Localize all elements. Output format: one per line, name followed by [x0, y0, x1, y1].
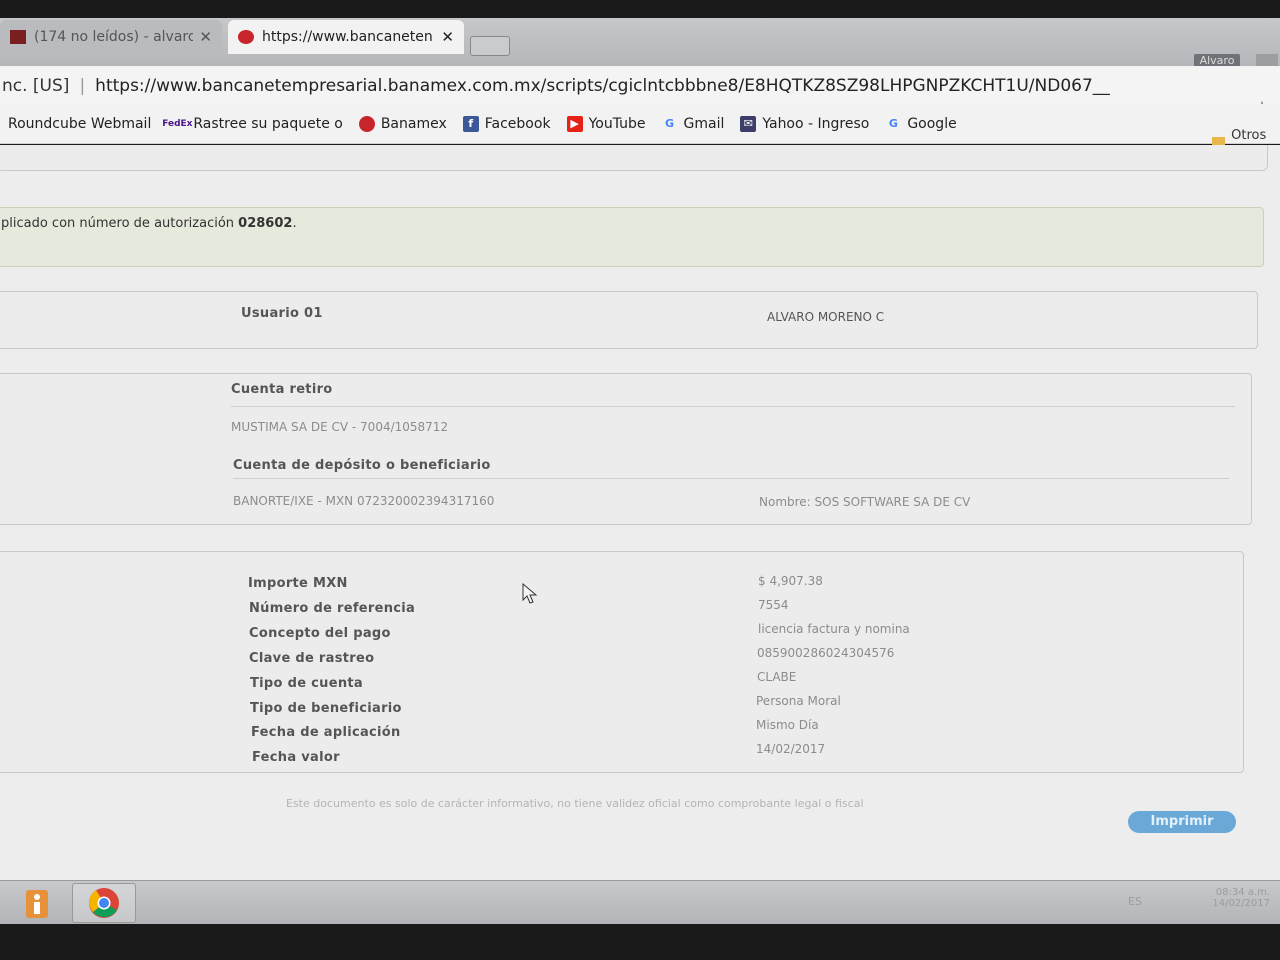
detail-value: 085900286024304576 — [757, 646, 895, 660]
tab-title: https://www.bancaneten — [262, 29, 433, 45]
authorization-number: 028602 — [238, 216, 293, 231]
app-icon — [26, 890, 48, 918]
details-panel: Importe MXN $ 4,907.38 Número de referen… — [0, 551, 1244, 773]
detail-label: Tipo de beneficiario — [250, 701, 402, 716]
bookmark-label: Rastree su paquete o — [193, 115, 343, 132]
fedex-icon: FedEx — [162, 118, 193, 129]
google-icon: G — [664, 117, 675, 130]
detail-value: CLABE — [757, 670, 797, 684]
detail-label: Concepto del pago — [249, 626, 391, 641]
user-name: ALVARO MORENO C — [767, 310, 885, 324]
withdrawal-account-label: Cuenta retiro — [231, 382, 333, 397]
accounts-panel: Cuenta retiro MUSTIMA SA DE CV - 7004/10… — [0, 373, 1252, 525]
bookmark-fedex[interactable]: FedEx Rastree su paquete o — [162, 115, 343, 132]
bookmark-banamex[interactable]: Banamex — [358, 115, 447, 132]
taskbar-app-button[interactable] — [8, 883, 66, 923]
url-text[interactable]: https://www.bancanetempresarial.banamex.… — [95, 76, 1110, 96]
bookmark-yahoo[interactable]: ✉ Yahoo - Ingreso — [740, 115, 870, 132]
address-bar[interactable]: nc. [US] | https://www.bancanetempresari… — [0, 66, 1280, 106]
page-content: plicado con número de autorización 02860… — [0, 145, 1280, 880]
google-icon: G — [888, 117, 898, 130]
top-panel — [0, 145, 1268, 171]
divider — [231, 406, 1235, 407]
confirmation-message: plicado con número de autorización 02860… — [1, 216, 297, 231]
print-button[interactable]: Imprimir — [1128, 811, 1236, 833]
confirmation-suffix: . — [292, 216, 297, 231]
banamex-icon — [238, 30, 254, 44]
security-indicator[interactable]: nc. [US] — [0, 76, 69, 96]
bookmark-youtube[interactable]: ▶ YouTube — [566, 115, 646, 132]
divider — [233, 478, 1229, 479]
facebook-icon: f — [462, 115, 479, 132]
close-icon[interactable]: ✕ — [199, 28, 212, 46]
detail-value: Mismo Día — [756, 718, 819, 732]
detail-value: licencia factura y nomina — [758, 622, 910, 636]
chrome-icon — [88, 888, 119, 918]
bookmark-roundcube[interactable]: Roundcube Webmail — [8, 116, 151, 132]
user-label: Usuario 01 — [241, 306, 323, 321]
user-panel: Usuario 01 ALVARO MORENO C — [0, 291, 1258, 349]
disclaimer-note: Este documento es solo de carácter infor… — [286, 797, 864, 810]
tab-title: (174 no leídos) - alvarom — [34, 29, 194, 45]
bookmark-label: Roundcube Webmail — [8, 115, 152, 132]
bookmark-label: Facebook — [484, 115, 551, 132]
new-tab-button[interactable] — [470, 36, 510, 56]
detail-label: Importe MXN — [248, 576, 348, 591]
deposit-account-label: Cuenta de depósito o beneficiario — [233, 458, 491, 473]
detail-label: Número de referencia — [249, 601, 416, 616]
bookmark-facebook[interactable]: f Facebook — [462, 115, 551, 132]
separator: | — [79, 75, 86, 96]
clock-time: 08:34 a.m. — [1215, 887, 1270, 898]
confirmation-panel: plicado con número de autorización 02860… — [0, 207, 1264, 267]
mail-icon: ✉ — [740, 115, 757, 132]
detail-label: Clave de rastreo — [249, 651, 375, 666]
tab-webmail[interactable]: (174 no leídos) - alvarom ✕ — [0, 20, 222, 54]
bookmark-label: Gmail — [683, 115, 725, 132]
system-clock[interactable]: 08:34 a.m. 14/02/2017 — [1212, 887, 1270, 909]
detail-label: Fecha valor — [252, 750, 340, 765]
bookmark-gmail[interactable]: G Gmail — [662, 115, 725, 132]
mouse-cursor-icon — [522, 583, 538, 604]
detail-label: Tipo de cuenta — [250, 676, 363, 691]
banamex-icon — [358, 115, 375, 132]
bookmark-google[interactable]: G Google — [885, 115, 957, 132]
bookmark-label: Yahoo - Ingreso — [762, 115, 870, 132]
deposit-account-value: BANORTE/IXE - MXN 072320002394317160 — [233, 494, 495, 508]
detail-value: $ 4,907.38 — [758, 574, 823, 588]
withdrawal-account-value: MUSTIMA SA DE CV - 7004/1058712 — [231, 420, 449, 434]
detail-value: Persona Moral — [756, 694, 841, 708]
bookmarks-bar: Roundcube Webmail FedEx Rastree su paque… — [0, 104, 1280, 144]
language-indicator[interactable]: ES — [1128, 895, 1142, 908]
tab-bancanet[interactable]: https://www.bancaneten ✕ — [228, 20, 464, 54]
bookmark-label: Google — [907, 115, 957, 132]
clock-date: 14/02/2017 — [1212, 898, 1270, 909]
bookmark-label: YouTube — [588, 115, 646, 132]
taskbar: ES 08:34 a.m. 14/02/2017 — [0, 880, 1280, 924]
taskbar-chrome-button[interactable] — [72, 883, 136, 923]
confirmation-prefix: plicado con número de autorización — [1, 216, 239, 231]
youtube-icon: ▶ — [566, 115, 583, 132]
bookmark-label: Banamex — [380, 115, 447, 132]
detail-label: Fecha de aplicación — [251, 725, 401, 740]
close-icon[interactable]: ✕ — [441, 28, 454, 46]
beneficiary-name: Nombre: SOS SOFTWARE SA DE CV — [759, 495, 971, 509]
detail-value: 7554 — [758, 598, 789, 612]
mail-icon — [10, 30, 26, 44]
detail-value: 14/02/2017 — [756, 742, 826, 756]
